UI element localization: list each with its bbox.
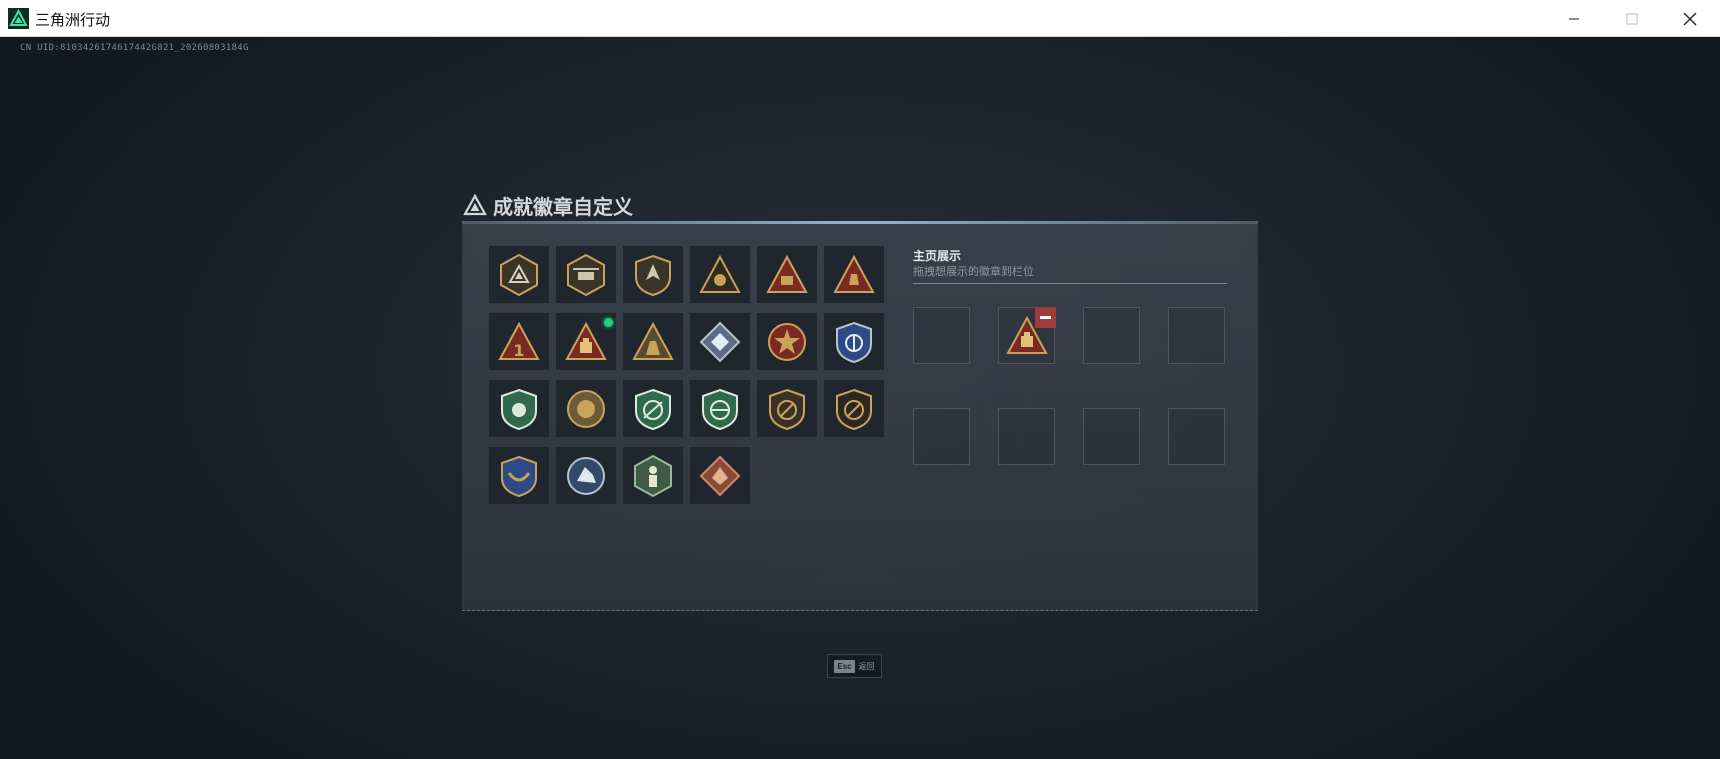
minimize-icon[interactable] [1545,0,1603,37]
badge-slot[interactable] [757,313,817,370]
badge-gold-laurel-shield-icon [496,453,542,499]
badge-gold-triangle-crest-icon [697,252,743,298]
badge-green-scope-rifle-icon [697,386,743,432]
badge-slot[interactable] [556,313,616,370]
badge-slot[interactable] [690,246,750,303]
showcase-slot[interactable] [913,307,970,364]
back-button[interactable]: Esc 返回 [827,654,882,678]
badge-slot[interactable] [824,380,884,437]
badge-wolf-round-icon [563,453,609,499]
badge-green-hex-figure-icon [630,453,676,499]
showcase-subtitle: 拖拽想展示的徽章到栏位 [913,266,1034,278]
page-title: 成就徽章自定义 [493,196,633,219]
badge-slot[interactable] [556,380,616,437]
badge-slot[interactable] [757,380,817,437]
showcase-slot[interactable] [1168,408,1225,465]
new-indicator-dot [604,318,613,327]
uid-label: CN UID:8103426174617442G821_20260803184G [20,43,249,53]
showcase-slot[interactable] [1168,307,1225,364]
badge-slot[interactable] [623,447,683,504]
badge-gold-knife-shield-dark-icon [831,386,877,432]
badge-triangle-crate-icon [563,319,609,365]
maximize-icon[interactable] [1603,0,1661,37]
badge-inventory-grid: 1 [489,246,889,508]
remove-icon[interactable] [1035,307,1056,328]
panel-header: 成就徽章自定义 [463,190,633,220]
badge-slot[interactable] [556,246,616,303]
badge-slot[interactable]: 1 [489,313,549,370]
badge-helicopter-shield-icon [563,252,609,298]
badge-slot[interactable] [489,447,549,504]
game-background: CN UID:8103426174617442G821_20260803184G… [0,37,1720,759]
badge-star-medal-icon [764,319,810,365]
badge-slot[interactable] [556,447,616,504]
badge-slot[interactable] [489,380,549,437]
badge-slot[interactable] [690,447,750,504]
badge-slot[interactable] [690,380,750,437]
showcase-slot[interactable] [1083,307,1140,364]
badge-arrow-shield-icon [630,252,676,298]
badge-slot[interactable] [824,313,884,370]
showcase-slot[interactable] [913,408,970,465]
badge-red-diamond-dragon-icon [697,453,743,499]
badge-slot[interactable] [623,246,683,303]
app-logo-icon [8,8,29,29]
back-label: 返回 [858,661,875,671]
showcase-slot[interactable] [998,307,1056,364]
showcase-divider [913,283,1227,284]
badge-blue-police-shield-icon [831,319,877,365]
badge-gold-triangle-turret-icon [764,252,810,298]
badge-green-scope-shield-icon [630,386,676,432]
esc-key-label: Esc [834,659,855,673]
panel-top-divider [462,221,1258,224]
badge-slot[interactable] [824,246,884,303]
close-icon[interactable] [1661,0,1719,37]
badge-triangle-number-one-icon: 1 [496,319,542,365]
badge-gold-triangle-hand-icon [831,252,877,298]
badge-slot[interactable] [690,313,750,370]
showcase-slot[interactable] [1083,408,1140,465]
window-titlebar: 三角洲行动 [0,0,1720,37]
badge-triangle-shield-icon [496,252,542,298]
delta-logo-icon [463,193,487,216]
badge-triangle-soldier-icon [630,319,676,365]
badge-slot[interactable] [757,246,817,303]
badge-round-wings-icon [563,386,609,432]
badge-customize-panel: 1 主页展示 拖拽想展示的徽章到栏位 [462,221,1258,611]
showcase-title: 主页展示 [913,249,962,263]
showcase-slot[interactable] [998,408,1055,465]
badge-slot[interactable] [623,380,683,437]
svg-text:1: 1 [513,341,524,360]
badge-diamond-crystal-icon [697,319,743,365]
badge-slot[interactable] [623,313,683,370]
badge-slot[interactable] [489,246,549,303]
window-title: 三角洲行动 [35,12,111,29]
badge-gold-knife-shield-icon [764,386,810,432]
badge-green-eagle-shield-icon [496,386,542,432]
